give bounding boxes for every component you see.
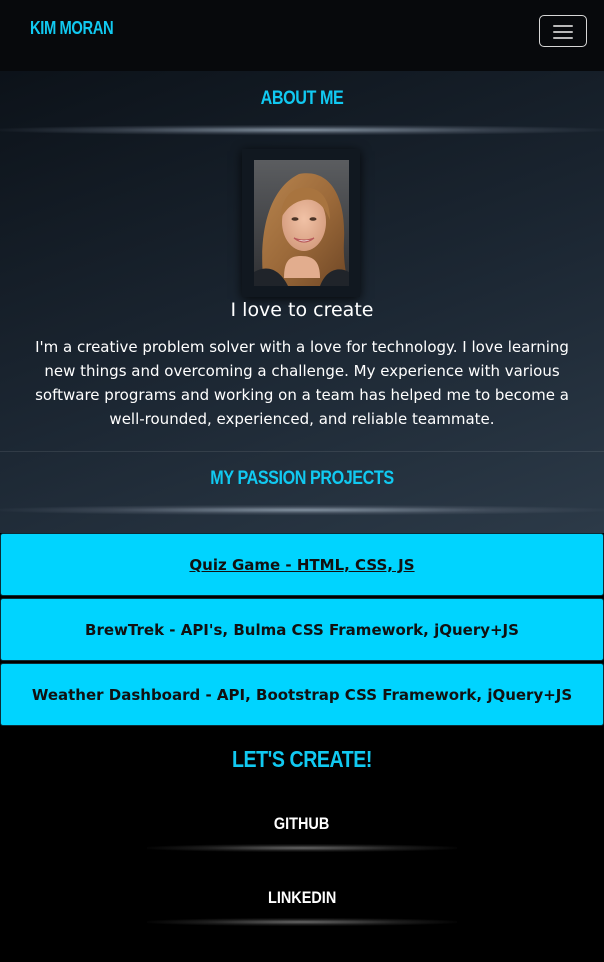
menu-bar-line (553, 31, 573, 33)
project-weather-dashboard-link[interactable]: Weather Dashboard - API, Bootstrap CSS F… (0, 663, 604, 726)
about-heading-divider (0, 125, 604, 135)
project-label: BrewTrek - API's, Bulma CSS Framework, j… (85, 620, 519, 639)
hamburger-menu-icon[interactable] (539, 15, 587, 47)
projects-heading-divider (0, 505, 604, 515)
projects-heading: My Passion Projects (210, 468, 394, 489)
github-label: GitHub (274, 814, 330, 833)
github-link[interactable]: GitHub (147, 806, 457, 842)
project-brewtrek-link[interactable]: BrewTrek - API's, Bulma CSS Framework, j… (0, 598, 604, 661)
project-label: Quiz Game - HTML, CSS, JS (189, 555, 415, 574)
project-quiz-game-link[interactable]: Quiz Game - HTML, CSS, JS (0, 533, 604, 596)
menu-bar-line (553, 37, 573, 39)
menu-bar-line (553, 25, 573, 27)
linkedin-link[interactable]: LinkedIn (147, 880, 457, 916)
profile-photo (254, 160, 349, 286)
about-subtitle: I love to create (230, 299, 374, 321)
about-heading: About Me (260, 88, 344, 109)
project-label: Weather Dashboard - API, Bootstrap CSS F… (31, 685, 573, 704)
github-link-underline (147, 844, 457, 852)
brand-name[interactable]: Kim Moran (30, 18, 114, 39)
section-divider (0, 451, 604, 452)
linkedin-label: LinkedIn (267, 888, 337, 907)
contact-heading: Let's Create! (232, 746, 372, 772)
about-bio: I'm a creative problem solver with a lov… (35, 338, 569, 428)
linkedin-link-underline (147, 918, 457, 926)
navbar: Kim Moran (0, 0, 604, 71)
